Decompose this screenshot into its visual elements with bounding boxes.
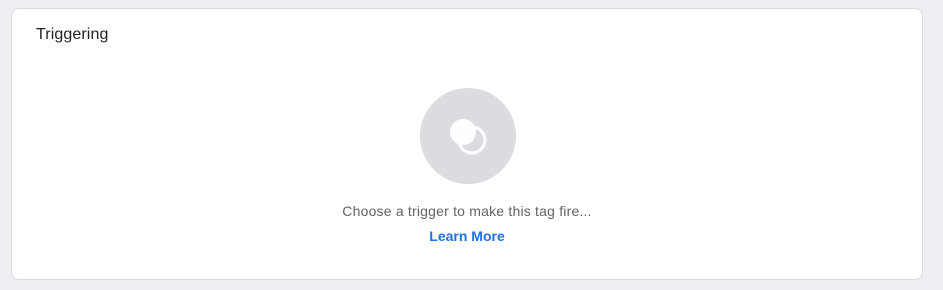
card-title: Triggering (36, 26, 109, 43)
learn-more-row: Learn More (12, 228, 922, 244)
choose-trigger-button[interactable] (420, 88, 516, 184)
empty-state-message: Choose a trigger to make this tag fire..… (342, 203, 592, 219)
trigger-icon (450, 119, 487, 155)
triggering-card: Triggering Choose a trigger to make this… (11, 8, 923, 280)
learn-more-link[interactable]: Learn More (429, 228, 504, 244)
